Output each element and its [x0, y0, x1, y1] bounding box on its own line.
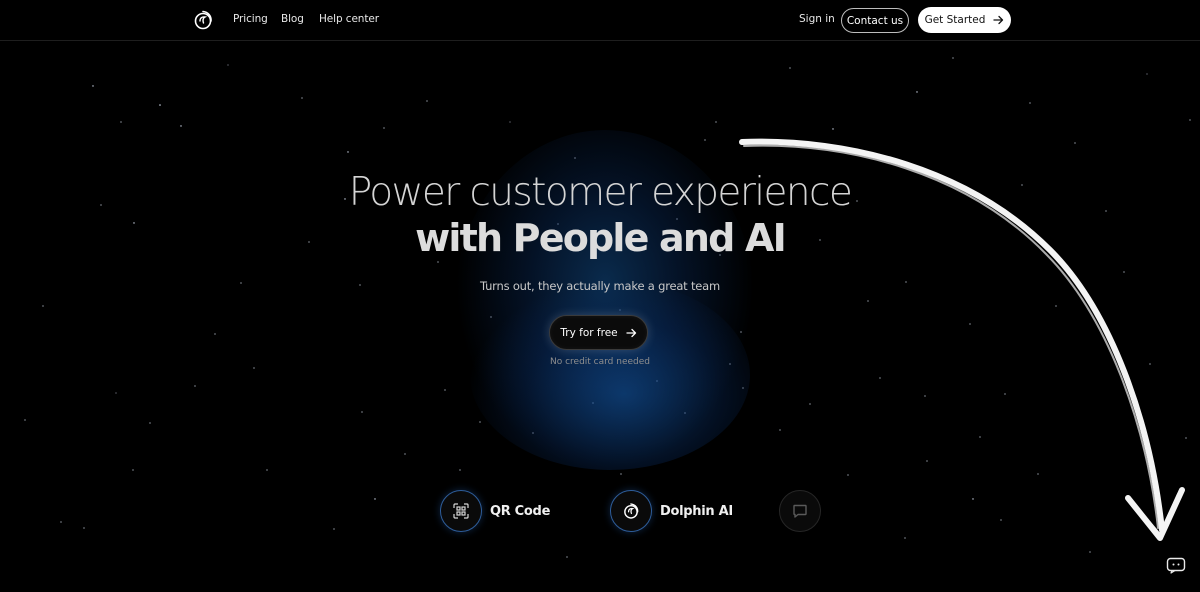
nav-help-center[interactable]: Help center: [319, 13, 379, 25]
contact-us-label: Contact us: [846, 14, 904, 27]
feature-qr-code-label: QR Code: [490, 503, 551, 519]
hero-heading-line1: Power customer experience: [348, 170, 853, 215]
chat-widget-icon[interactable]: [1166, 557, 1186, 574]
hero-heading-line2: with People and AI: [415, 216, 787, 260]
get-started-button[interactable]: Get Started: [918, 7, 1011, 33]
feature-dolphin-ai[interactable]: Dolphin AI: [610, 490, 733, 532]
try-for-free-button[interactable]: Try for free: [549, 315, 648, 350]
qr-code-icon: [440, 490, 482, 532]
no-credit-card-note: No credit card needed: [549, 357, 650, 367]
feature-qr-code[interactable]: QR Code: [440, 490, 550, 532]
top-navbar: Pricing Blog Help center Sign in Contact…: [0, 0, 1200, 41]
hero-subtitle: Turns out, they actually make a great te…: [479, 279, 720, 293]
arrow-right-icon: [993, 15, 1004, 25]
get-started-label: Get Started: [924, 14, 986, 26]
sign-in-link[interactable]: Sign in: [799, 13, 835, 25]
feature-chat[interactable]: [779, 490, 829, 532]
hero-glow-lower: [470, 280, 750, 470]
dolphin-logo-icon: [610, 490, 652, 532]
dolphin-logo-icon[interactable]: [192, 9, 214, 31]
arrow-right-icon: [625, 328, 636, 337]
nav-blog[interactable]: Blog: [281, 13, 304, 25]
feature-dolphin-ai-label: Dolphin AI: [660, 503, 733, 519]
chat-bubble-icon: [779, 490, 821, 532]
nav-pricing[interactable]: Pricing: [233, 13, 268, 25]
contact-us-button[interactable]: Contact us: [841, 8, 909, 33]
try-for-free-label: Try for free: [560, 326, 618, 339]
